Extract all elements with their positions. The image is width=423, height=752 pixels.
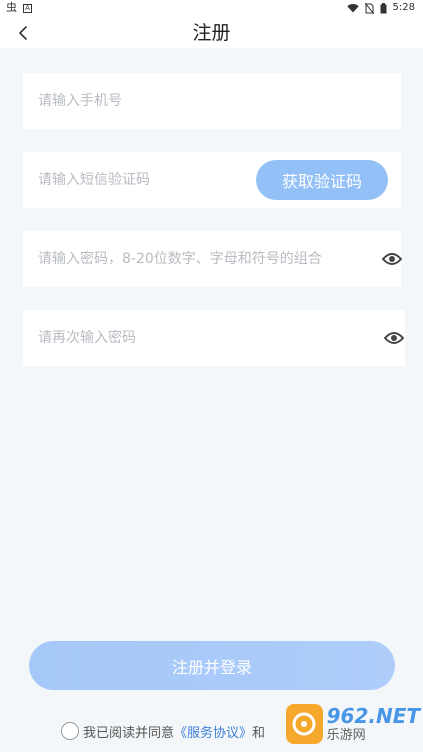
phone-field [23, 73, 401, 129]
password-input[interactable] [38, 244, 368, 274]
watermark-brand: 962.NET [326, 704, 420, 728]
header: 注册 [0, 18, 423, 48]
notification-icon: 虫 [6, 1, 17, 14]
agreement-joiner: 和 [252, 725, 266, 741]
eye-icon [384, 332, 404, 344]
phone-input[interactable] [38, 86, 378, 116]
service-agreement-link[interactable]: 《服务协议》 [174, 722, 252, 741]
sms-code-field: 获取验证码 [23, 152, 401, 208]
register-login-button[interactable]: 注册并登录 [29, 641, 395, 690]
agree-checkbox[interactable] [61, 722, 79, 740]
status-bar: 虫 A 5:28 [0, 0, 423, 18]
no-sim-icon [364, 2, 374, 14]
toggle-confirm-visibility[interactable] [383, 327, 405, 349]
eye-icon [382, 253, 402, 265]
get-code-button[interactable]: 获取验证码 [256, 160, 388, 200]
toggle-password-visibility[interactable] [381, 248, 403, 270]
watermark-logo-icon [286, 704, 323, 744]
status-left: 虫 A [6, 2, 32, 14]
battery-icon [380, 2, 387, 13]
agreement-row: 我已阅读并同意 《服务协议》 和 [61, 721, 265, 741]
a-badge-icon: A [23, 3, 32, 13]
password-field [23, 231, 403, 287]
page-title: 注册 [192, 22, 231, 44]
agreement-prefix: 我已阅读并同意 [83, 725, 175, 741]
confirm-password-field [23, 310, 405, 366]
status-right: 5:28 [346, 2, 415, 14]
watermark-sub: 乐游网 [326, 728, 366, 743]
status-time: 5:28 [392, 2, 415, 13]
confirm-password-input[interactable] [38, 323, 368, 353]
watermark-text: 962.NET 乐游网 [327, 706, 420, 742]
sms-code-input[interactable] [38, 165, 238, 195]
watermark: 962.NET 乐游网 [286, 700, 420, 748]
wifi-icon [346, 4, 359, 13]
